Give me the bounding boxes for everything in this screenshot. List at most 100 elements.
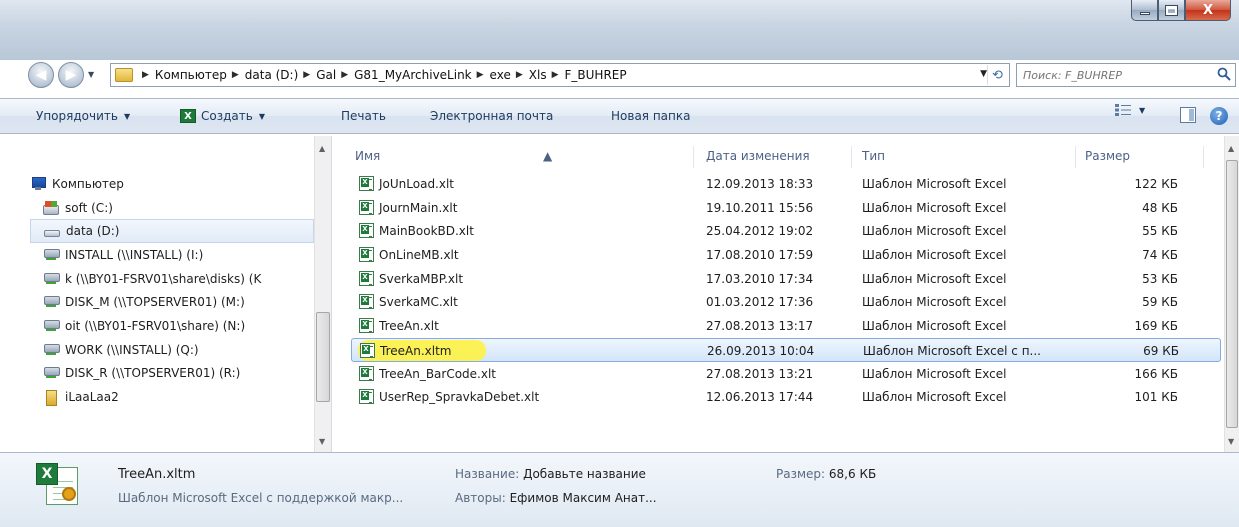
file-row[interactable]: TreeAn.xlt 27.08.2013 13:17 Шаблон Micro… <box>351 314 1221 338</box>
file-size: 101 КБ <box>1134 390 1178 405</box>
file-date: 27.08.2013 13:21 <box>706 366 814 381</box>
back-button[interactable]: ◀ <box>28 62 54 88</box>
breadcrumb-item[interactable]: exe <box>490 68 511 82</box>
chevron-down-icon: ▼ <box>258 111 265 121</box>
file-type: Шаблон Microsoft Excel <box>862 248 1007 263</box>
column-divider[interactable] <box>1075 146 1076 168</box>
sidebar-scrollbar[interactable]: ▲ ▼ <box>314 136 331 452</box>
file-row[interactable]: UserRep_SpravkaDebet.xlt 12.06.2013 17:4… <box>351 385 1221 409</box>
column-header-type[interactable]: Тип <box>862 149 885 163</box>
scrollbar-thumb[interactable] <box>1226 160 1238 428</box>
sidebar-item-oit-n[interactable]: oit (\\BY01-FSRV01\share) (N:) <box>30 314 314 338</box>
preview-pane-icon[interactable] <box>1180 107 1196 123</box>
breadcrumb-item[interactable]: Компьютер <box>155 68 227 82</box>
file-name: SverkaMBP.xlt <box>379 271 464 286</box>
file-row[interactable]: JoUnLoad.xlt 12.09.2013 18:33 Шаблон Mic… <box>351 172 1221 196</box>
file-list-scrollbar[interactable]: ▲ ▼ <box>1224 136 1239 452</box>
breadcrumb-arrow-icon[interactable]: ▶ <box>303 70 310 80</box>
recent-pages-dropdown[interactable]: ▼ <box>88 70 94 79</box>
breadcrumb-arrow-icon[interactable]: ▶ <box>477 70 484 80</box>
column-header-date[interactable]: Дата изменения <box>706 149 810 163</box>
excel-template-icon <box>359 223 374 239</box>
chevron-down-icon: ▼ <box>1139 105 1146 115</box>
print-button[interactable]: Печать <box>333 103 394 129</box>
sidebar-item-install-i[interactable]: INSTALL (\\INSTALL) (I:) <box>30 243 314 267</box>
forward-button[interactable]: ▶ <box>58 62 84 88</box>
breadcrumb-item[interactable]: Gal <box>316 68 336 82</box>
details-authors-value[interactable]: Ефимов Максим Анат... <box>510 491 657 505</box>
file-row[interactable]: SverkaMBP.xlt 17.03.2010 17:34 Шаблон Mi… <box>351 267 1221 291</box>
file-row[interactable]: MainBookBD.xlt 25.04.2012 19:02 Шаблон M… <box>351 219 1221 243</box>
file-date: 26.09.2013 10:04 <box>707 343 815 358</box>
breadcrumb-arrow-icon[interactable]: ▶ <box>341 70 348 80</box>
details-title-value[interactable]: Добавьте название <box>523 467 646 481</box>
file-date: 19.10.2011 15:56 <box>706 200 814 215</box>
breadcrumb-arrow-icon[interactable]: ▶ <box>232 70 239 80</box>
refresh-icon[interactable]: ⟲ <box>987 65 1007 85</box>
file-row[interactable]: TreeAn_BarCode.xlt 27.08.2013 13:21 Шабл… <box>351 362 1221 386</box>
scroll-down-icon[interactable]: ▼ <box>319 437 325 446</box>
scroll-up-icon[interactable]: ▲ <box>319 144 325 153</box>
sidebar-item-soft-c[interactable]: soft (C:) <box>30 196 314 220</box>
organize-label: Упорядочить <box>36 109 118 123</box>
file-type: Шаблон Microsoft Excel <box>862 200 1007 215</box>
minimize-button[interactable] <box>1131 0 1158 21</box>
forward-arrow-icon: ▶ <box>65 67 77 83</box>
file-size: 55 КБ <box>1142 224 1178 239</box>
search-input[interactable] <box>1017 64 1207 86</box>
breadcrumb-item[interactable]: G81_MyArchiveLink <box>354 68 472 82</box>
column-header-size[interactable]: Размер <box>1085 149 1130 163</box>
breadcrumb-item[interactable]: F_BUHREP <box>565 68 627 82</box>
change-view-button[interactable]: ▼ <box>1115 104 1145 116</box>
sidebar-item-disk-r[interactable]: DISK_R (\\TOPSERVER01) (R:) <box>30 362 314 386</box>
new-folder-button[interactable]: Новая папка <box>603 103 698 129</box>
address-bar[interactable]: ▶ Компьютер ▶ data (D:) ▶ Gal ▶ G81_MyAr… <box>110 63 1010 87</box>
file-type: Шаблон Microsoft Excel <box>862 319 1007 334</box>
excel-template-icon <box>359 365 374 381</box>
sidebar-item-k[interactable]: k (\\BY01-FSRV01\share\disks) (K <box>30 267 314 291</box>
create-button[interactable]: X Создать ▼ <box>172 103 273 129</box>
file-type: Шаблон Microsoft Excel <box>862 366 1007 381</box>
breadcrumb-arrow-icon[interactable]: ▶ <box>552 70 559 80</box>
excel-template-icon <box>359 318 374 334</box>
sidebar-item-disk-m[interactable]: DISK_M (\\TOPSERVER01) (M:) <box>30 290 314 314</box>
sidebar-item-ilaalaa2[interactable]: iLaaLaa2 <box>30 385 314 409</box>
column-header-name[interactable]: Имя <box>355 149 380 163</box>
sidebar-item-work-q[interactable]: WORK (\\INSTALL) (Q:) <box>30 338 314 362</box>
network-drive-icon <box>43 319 60 333</box>
breadcrumb-item[interactable]: data (D:) <box>245 68 299 82</box>
column-divider[interactable] <box>693 146 694 168</box>
help-icon[interactable]: ? <box>1210 107 1228 125</box>
excel-template-icon <box>359 176 374 191</box>
file-row[interactable]: JournMain.xlt 19.10.2011 15:56 Шаблон Mi… <box>351 196 1221 220</box>
sidebar-item-data-d[interactable]: data (D:) <box>30 219 314 244</box>
sidebar-item-computer[interactable]: Компьютер <box>30 172 314 196</box>
file-type: Шаблон Microsoft Excel <box>862 295 1007 310</box>
sort-ascending-icon: ▲ <box>543 149 553 163</box>
breadcrumb-arrow-icon[interactable]: ▶ <box>516 70 523 80</box>
breadcrumb-item[interactable]: Xls <box>529 68 547 82</box>
file-date: 17.08.2010 17:59 <box>706 248 814 263</box>
scroll-up-icon[interactable]: ▲ <box>1228 144 1234 153</box>
scroll-down-icon[interactable]: ▼ <box>1228 437 1234 446</box>
close-button[interactable]: X <box>1185 0 1231 21</box>
file-row[interactable]: SverkaMC.xlt 01.03.2012 17:36 Шаблон Mic… <box>351 290 1221 314</box>
email-button[interactable]: Электронная почта <box>422 103 561 129</box>
details-size-label: Размер: <box>776 467 826 481</box>
file-date: 01.03.2012 17:36 <box>706 295 814 310</box>
column-divider[interactable] <box>1203 146 1204 168</box>
column-headers: ▲ Имя Дата изменения Тип Размер <box>333 142 1224 168</box>
address-dropdown-icon[interactable]: ▼ <box>980 69 987 79</box>
scrollbar-thumb[interactable] <box>316 312 330 402</box>
search-icon[interactable] <box>1217 67 1231 81</box>
maximize-button[interactable] <box>1158 0 1185 21</box>
network-drive-icon <box>43 343 60 357</box>
breadcrumb-arrow-icon[interactable]: ▶ <box>142 70 149 80</box>
sidebar-item-label: oit (\\BY01-FSRV01\share) (N:) <box>65 318 246 333</box>
column-divider[interactable] <box>851 146 852 168</box>
file-row-selected[interactable]: TreeAn.xltm 26.09.2013 10:04 Шаблон Micr… <box>351 337 1221 362</box>
organize-button[interactable]: Упорядочить ▼ <box>28 103 138 129</box>
minimize-icon <box>1139 11 1150 15</box>
title-bar[interactable]: X ◀ ▶ ▼ ▶ Компьютер ▶ data (D:) ▶ Gal ▶ … <box>0 0 1239 88</box>
file-row[interactable]: OnLineMB.xlt 17.08.2010 17:59 Шаблон Mic… <box>351 243 1221 267</box>
